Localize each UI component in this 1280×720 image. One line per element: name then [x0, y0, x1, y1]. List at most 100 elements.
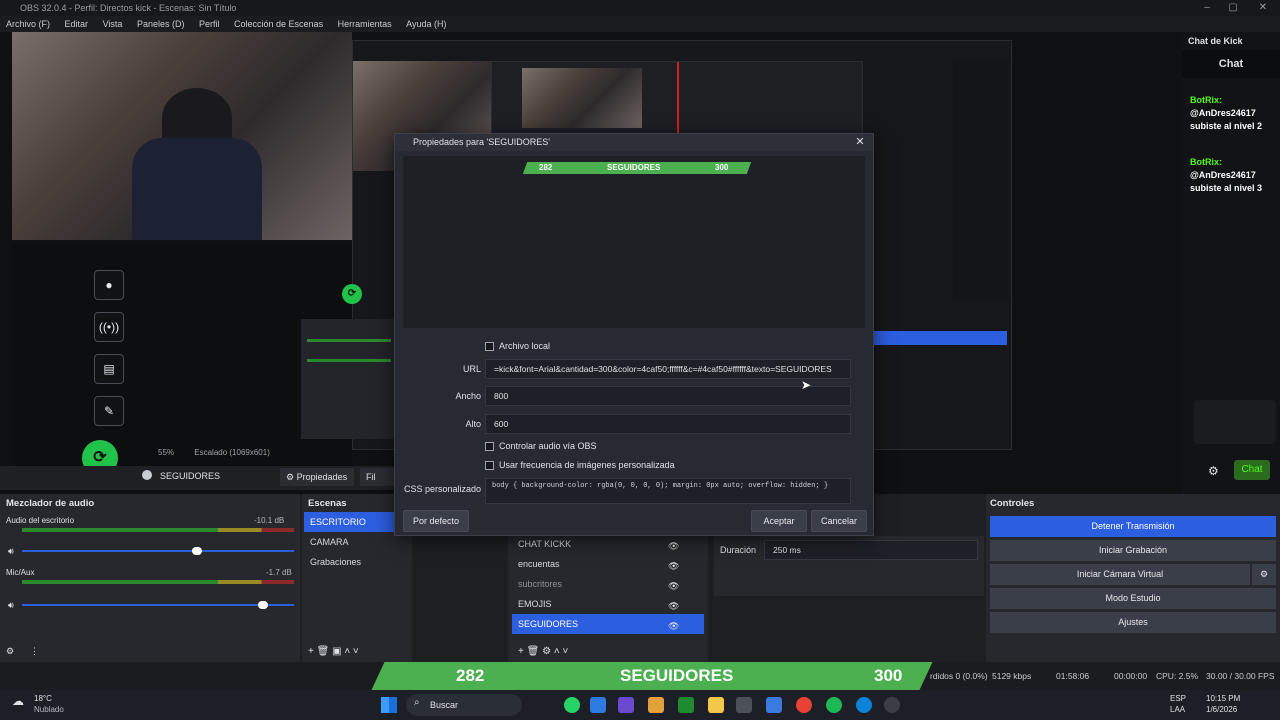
- channel-db: -10.1 dB: [254, 516, 285, 525]
- clock-date[interactable]: 1/6/2026: [1206, 705, 1237, 714]
- menu-coleccion-escenas[interactable]: Colección de Escenas: [234, 19, 323, 29]
- filters-label: Fil: [366, 472, 376, 482]
- local-file-checkbox[interactable]: Archivo local: [485, 341, 550, 352]
- start-virtual-camera-button[interactable]: Iniciar Cámara Virtual: [990, 564, 1250, 585]
- custom-fps-checkbox[interactable]: Usar frecuencia de imágenes personalizad…: [485, 460, 675, 471]
- chrome-icon[interactable]: [796, 697, 812, 713]
- weather-icon: ☁: [12, 694, 24, 708]
- accept-button[interactable]: Aceptar: [751, 510, 807, 532]
- nested-webcam-2: [522, 68, 642, 128]
- menu-vista[interactable]: Vista: [103, 19, 123, 29]
- css-textarea[interactable]: body { background-color: rgba(0, 0, 0, 0…: [485, 478, 851, 504]
- preview-count-left: 282: [539, 163, 553, 172]
- mixer-menu-icon[interactable]: ⋮: [30, 646, 39, 657]
- controls-title: Controles: [990, 498, 1035, 509]
- menu-editar[interactable]: Editar: [65, 19, 89, 29]
- scene-item-grabaciones[interactable]: Grabaciones: [304, 552, 396, 572]
- chat-message: BotRix: @AnDres24617 subiste al nivel 3: [1190, 156, 1274, 195]
- studio-mode-button[interactable]: Modo Estudio: [990, 588, 1276, 609]
- maximize-button[interactable]: ▢: [1222, 0, 1244, 16]
- browser-source-icon: [142, 470, 152, 480]
- menu-perfil[interactable]: Perfil: [199, 19, 220, 29]
- chat-text: @AnDres24617 subiste al nivel 3: [1190, 170, 1263, 193]
- weather-desc[interactable]: Nublado: [34, 705, 64, 714]
- menu-archivo[interactable]: Archivo (F): [6, 19, 50, 29]
- cancel-button[interactable]: Cancelar: [811, 510, 867, 532]
- speaker-icon[interactable]: 🔊︎: [8, 600, 14, 611]
- stop-stream-button[interactable]: Detener Transmisión: [990, 516, 1276, 537]
- height-input[interactable]: 600: [485, 414, 851, 434]
- visibility-eye-icon[interactable]: 👁︎ 👁︎ 👁︎ 👁︎ 👁︎: [668, 536, 679, 636]
- filters-button[interactable]: Fil: [360, 468, 394, 486]
- windows-start-icon[interactable]: [381, 697, 397, 713]
- xbox-icon[interactable]: [678, 697, 694, 713]
- mixer-settings-icon[interactable]: ⚙: [6, 646, 14, 657]
- obs-icon[interactable]: [884, 697, 900, 713]
- add-source-button[interactable]: + 🗑︎ ⚙ ˄ ˅: [518, 646, 568, 657]
- record-time: 00:00:00: [1114, 671, 1148, 681]
- width-input[interactable]: 800: [485, 386, 851, 406]
- scaling-info[interactable]: Escalado (1069x601): [194, 448, 270, 457]
- spotify-icon[interactable]: [826, 697, 842, 713]
- kick-logo-small-icon: ⟳: [342, 284, 362, 304]
- jersey-shape: [132, 138, 262, 240]
- mixer-title: Mezclador de audio: [6, 498, 95, 509]
- checkbox-box[interactable]: [485, 461, 494, 471]
- menu-herramientas[interactable]: Herramientas: [338, 19, 392, 29]
- virtual-camera-settings-icon[interactable]: ⚙: [1252, 564, 1276, 585]
- app-icon[interactable]: [766, 697, 782, 713]
- app-icon[interactable]: [590, 697, 606, 713]
- control-audio-checkbox[interactable]: Controlar audio vía OBS: [485, 441, 597, 452]
- chat-send-button[interactable]: Chat: [1234, 460, 1270, 480]
- close-window-button[interactable]: ✕: [1252, 0, 1274, 16]
- add-scene-button[interactable]: + 🗑︎ ▣ ˄ ˅: [308, 646, 359, 657]
- volume-track: [22, 604, 294, 606]
- start-recording-button[interactable]: Iniciar Grabación: [990, 540, 1276, 561]
- whatsapp-icon[interactable]: [564, 697, 580, 713]
- checkbox-box[interactable]: [485, 442, 494, 452]
- layout-icon: ▤: [94, 354, 124, 384]
- checkbox-box[interactable]: [485, 342, 494, 352]
- chat-text: @AnDres24617 subiste al nivel 2: [1190, 108, 1263, 131]
- folder-icon[interactable]: [708, 697, 724, 713]
- nested-meter: [307, 339, 391, 342]
- nested-mixer: [301, 319, 397, 439]
- menu-ayuda[interactable]: Ayuda (H): [406, 19, 446, 29]
- weather-temp[interactable]: 18°C: [34, 694, 52, 703]
- zoom-level[interactable]: 55%: [158, 448, 174, 457]
- url-input[interactable]: =kick&font=Arial&cantidad=300&color=4caf…: [485, 359, 851, 379]
- taskbar-search[interactable]: Buscar: [406, 694, 522, 716]
- volume-track: [22, 550, 294, 552]
- menu-paneles[interactable]: Paneles (D): [137, 19, 185, 29]
- stream-time: 01:58:06: [1056, 671, 1090, 681]
- url-label: URL: [462, 364, 481, 374]
- lang-indicator[interactable]: ESP: [1170, 694, 1186, 703]
- control-audio-label: Controlar audio vía OBS: [499, 441, 597, 451]
- app-icon[interactable]: [648, 697, 664, 713]
- audio-meter: [22, 528, 294, 532]
- minimize-button[interactable]: –: [1196, 0, 1218, 16]
- volume-slider[interactable]: [192, 547, 202, 555]
- scene-item-escritorio[interactable]: ESCRITORIO: [304, 512, 396, 532]
- chat-settings-icon[interactable]: ⚙: [1208, 464, 1219, 478]
- volume-slider[interactable]: [258, 601, 268, 609]
- teams-icon[interactable]: [618, 697, 634, 713]
- default-button[interactable]: Por defecto: [403, 510, 469, 532]
- dialog-close-icon[interactable]: ✕: [853, 134, 867, 151]
- store-icon[interactable]: [736, 697, 752, 713]
- region-indicator[interactable]: LAA: [1170, 705, 1185, 714]
- properties-button[interactable]: ⚙ Propiedades: [280, 468, 354, 486]
- custom-fps-label: Usar frecuencia de imágenes personalizad…: [499, 460, 675, 470]
- settings-button[interactable]: Ajustes: [990, 612, 1276, 633]
- speaker-icon[interactable]: 🔊︎: [8, 546, 14, 557]
- chat-input[interactable]: [1194, 400, 1276, 444]
- edge-icon[interactable]: [856, 697, 872, 713]
- menu-bar: Archivo (F) Editar Vista Paneles (D) Per…: [0, 16, 1280, 32]
- duration-label: Duración: [720, 545, 757, 555]
- clock-time[interactable]: 10:15 PM: [1206, 694, 1240, 703]
- duration-input[interactable]: 250 ms: [764, 540, 978, 560]
- preview-label: SEGUIDORES: [607, 163, 661, 172]
- css-label: CSS personalizado: [403, 484, 481, 494]
- scene-item-camara[interactable]: CAMARA: [304, 532, 396, 552]
- channel-name: Audio del escritorio: [6, 516, 75, 525]
